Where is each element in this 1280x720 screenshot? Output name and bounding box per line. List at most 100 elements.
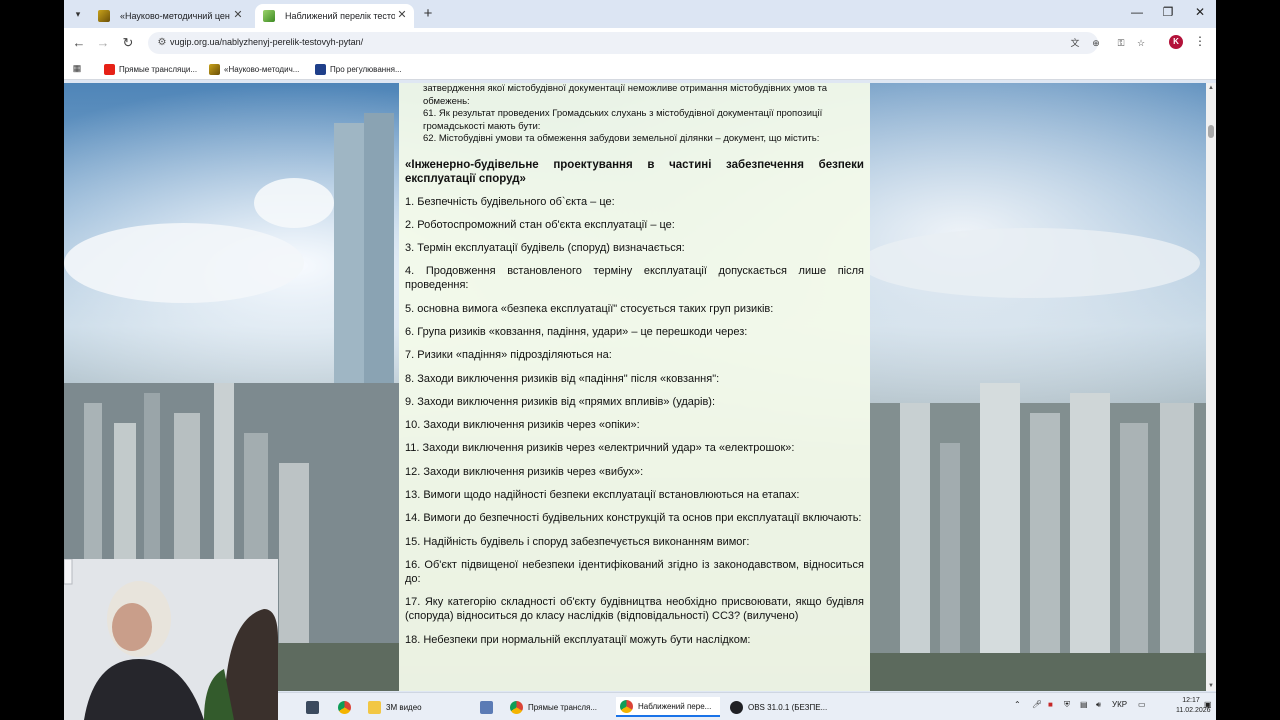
bookmarks-bar: ▦ Прямые трансляци... «Науково-методич..… <box>64 58 1216 80</box>
bookmark-label: Про регулювання... <box>330 64 402 74</box>
close-tab-icon[interactable]: ✕ <box>394 8 410 21</box>
youtube-icon <box>104 63 115 75</box>
translate-icon[interactable]: 文 <box>1068 36 1082 50</box>
webcam-overlay <box>64 559 278 720</box>
address-bar[interactable]: ⚙ vugip.org.ua/nablyzhenyj-perelik-testo… <box>148 32 1100 54</box>
profile-avatar[interactable]: K <box>1169 35 1183 49</box>
browser-toolbar: ← → ↻ ⚙ vugip.org.ua/nablyzhenyj-perelik… <box>64 28 1216 58</box>
clock-date: 11.02.2026 <box>1176 707 1211 714</box>
webcam-video <box>64 559 278 720</box>
clock-time: 12:17 <box>1182 697 1200 704</box>
taskbar-item-active[interactable]: Наближений пере... <box>616 697 720 717</box>
question-item: 6. Група ризиків «ковзання, падіння, уда… <box>405 325 748 338</box>
tab-active[interactable]: Наближений перелік тестови ✕ <box>255 4 414 28</box>
tab-title: «Науково-методичний центр <box>120 11 230 21</box>
site-favicon-icon <box>98 10 110 22</box>
close-tab-icon[interactable]: ✕ <box>230 8 246 21</box>
scroll-up-icon[interactable]: ▲ <box>1207 85 1215 91</box>
taskbar-item-label: OBS 31.0.1 (БЕЗПЕ... <box>748 702 828 712</box>
minimize-icon[interactable]: — <box>1127 5 1147 19</box>
apps-grid-icon[interactable]: ▦ <box>72 63 82 73</box>
bookmark-item[interactable]: Прямые трансляци... <box>104 62 197 76</box>
scrollbar-thumb[interactable] <box>1208 125 1214 138</box>
section-heading: «Інженерно-будівельне проектування в час… <box>405 158 864 185</box>
tab-search-icon[interactable]: ▾ <box>72 8 84 20</box>
question-item: 18. Небезпеки при нормальній експлуатаці… <box>405 633 751 646</box>
tab-title: Наближений перелік тестови <box>285 11 395 21</box>
taskbar-item[interactable]: Прямые трансля... <box>506 697 610 717</box>
chrome-icon <box>510 700 523 714</box>
bookmark-label: «Науково-методич... <box>224 64 300 74</box>
question-item: 7. Ризики «падіння» підрозділяються на: <box>405 349 612 362</box>
site-info-icon[interactable]: ⚙ <box>154 35 170 51</box>
folder-icon <box>368 700 381 714</box>
question-item: 2. Роботоспроможний стан об'єкта експлуа… <box>405 218 675 231</box>
page-scrollbar[interactable]: ▲ ▼ <box>1206 83 1216 691</box>
tab-strip: ▾ «Науково-методичний центр ✕ Наближений… <box>64 0 1216 28</box>
scroll-down-icon[interactable]: ▼ <box>1207 683 1215 689</box>
volume-icon[interactable]: 🔊︎ <box>1096 700 1101 710</box>
browser-window: ▾ «Науково-методичний центр ✕ Наближений… <box>64 0 1216 720</box>
question-item: 3. Термін експлуатації будівель (споруд)… <box>405 242 685 255</box>
notifications-icon[interactable]: ▣ <box>1204 700 1212 709</box>
chrome-taskbar-icon[interactable] <box>334 697 356 717</box>
system-clock[interactable]: 12:17 11.02.2026 <box>1176 696 1211 716</box>
menu-kebab-icon[interactable]: ⋮ <box>1194 34 1206 48</box>
zoom-icon[interactable]: ⊕ <box>1089 36 1103 50</box>
text-fragment: 61. Як результат проведених Громадських … <box>423 108 823 132</box>
tray-overflow-icon[interactable]: ⌃ <box>1014 700 1021 709</box>
bookmark-item[interactable]: Про регулювання... <box>315 62 402 76</box>
question-item: 4. Продовження встановленого терміну екс… <box>405 265 864 292</box>
url-text[interactable]: vugip.org.ua/nablyzhenyj-perelik-testovy… <box>170 37 363 47</box>
chrome-icon <box>338 700 351 714</box>
question-item: 5. основна вимога «безпека експлуатації"… <box>405 302 774 315</box>
question-item: 9. Заходи виключення ризиків від «прямих… <box>405 395 716 408</box>
language-indicator[interactable]: УКР <box>1112 700 1127 709</box>
article-content: затвердження якої містобудівної документ… <box>399 83 870 691</box>
bookmark-label: Прямые трансляци... <box>119 64 198 74</box>
monitor-icon <box>480 700 493 714</box>
task-view-icon[interactable] <box>302 697 324 717</box>
reload-button[interactable]: ↻ <box>119 34 137 52</box>
question-item: 11. Заходи виключення ризиків через «еле… <box>405 442 795 455</box>
trident-icon <box>315 63 326 75</box>
new-tab-button[interactable]: + <box>420 5 436 22</box>
record-icon[interactable]: ■ <box>1048 700 1053 709</box>
taskbar-item-label: Прямые трансля... <box>528 702 598 712</box>
question-item: 13. Вимоги щодо надійності безпеки експл… <box>405 489 800 502</box>
site-favicon-icon <box>263 10 275 22</box>
restore-icon[interactable]: ❐ <box>1158 5 1178 19</box>
text-fragment: затвердження якої містобудівної документ… <box>423 83 828 107</box>
taskbar-item[interactable]: 3М видео <box>364 697 456 717</box>
site-favicon-icon <box>209 63 220 75</box>
tab-inactive[interactable]: «Науково-методичний центр ✕ <box>90 4 250 28</box>
question-item: 1. Безпечність будівельного об`єкта – це… <box>405 195 615 208</box>
question-item: 17. Яку категорію складності об'єкту буд… <box>405 596 864 623</box>
question-item: 10. Заходи виключення ризиків через «опі… <box>405 419 640 432</box>
taskbar-item-label: 3М видео <box>386 702 422 712</box>
task-view-glyph <box>306 700 319 714</box>
network-icon[interactable]: ▤ <box>1080 700 1088 709</box>
question-item: 16. Об'єкт підвищеної небезпеки ідентифі… <box>405 558 864 585</box>
bookmark-item[interactable]: «Науково-методич... <box>209 62 299 76</box>
bookmark-star-icon[interactable]: ☆ <box>1134 36 1148 50</box>
taskbar-item[interactable]: OBS 31.0.1 (БЕЗПЕ... <box>726 697 836 717</box>
obs-icon <box>730 700 743 714</box>
city-background-right <box>870 228 1206 691</box>
windows-taskbar: 3М видео Прямые трансля... Наближений пе… <box>278 692 1216 720</box>
taskbar-app-icon[interactable] <box>476 697 498 717</box>
chrome-icon <box>620 699 633 713</box>
question-item: 12. Заходи виключення ризиків через «виб… <box>405 465 644 478</box>
microphone-icon[interactable]: 🎤︎ <box>1032 700 1042 709</box>
question-item: 14. Вимоги до безпечності будівельних ко… <box>405 512 862 525</box>
back-button[interactable]: ← <box>70 34 88 52</box>
question-item: 8. Заходи виключення ризиків від «падінн… <box>405 372 720 385</box>
forward-button[interactable]: → <box>94 34 112 52</box>
question-item: 15. Надійність будівель і споруд забезпе… <box>405 535 750 548</box>
password-key-icon[interactable]: ⚿ <box>1114 36 1128 50</box>
window-close-icon[interactable]: ✕ <box>1190 5 1210 19</box>
display-icon[interactable]: ▭ <box>1138 700 1146 709</box>
taskbar-item-label: Наближений пере... <box>638 701 712 711</box>
text-fragment: 62. Містобудівні умови та обмеження забу… <box>423 133 820 144</box>
security-icon[interactable]: ⛨ <box>1064 700 1070 710</box>
